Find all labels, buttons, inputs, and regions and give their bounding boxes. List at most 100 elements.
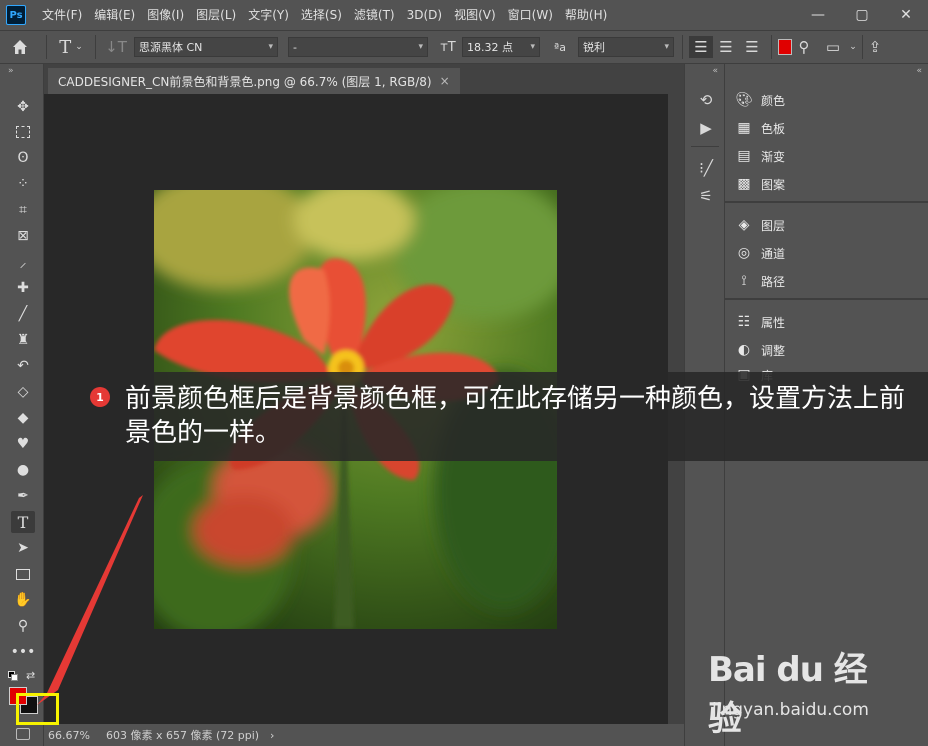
pattern-icon: ▩	[737, 176, 751, 192]
healing-icon[interactable]: ✚	[11, 277, 35, 299]
panel-swatches[interactable]: ▦ 色板	[735, 117, 785, 139]
vertical-text-icon[interactable]: ↓T	[102, 38, 130, 56]
home-icon[interactable]	[0, 39, 40, 55]
panel-color-label: 颜色	[761, 93, 786, 108]
document-info: 603 像素 x 657 像素 (72 ppi)	[106, 729, 260, 742]
pen-icon[interactable]: ✒	[11, 485, 35, 507]
panel-channels[interactable]: ◎ 通道	[735, 242, 785, 264]
rectangle-icon[interactable]	[11, 563, 35, 585]
close-button[interactable]: ✕	[884, 0, 928, 30]
swap-colors-icon[interactable]: ⇄	[26, 669, 35, 682]
document-tab[interactable]: CADDESIGNER_CN前景色和背景色.png @ 66.7% (图层 1,…	[48, 68, 460, 94]
font-family-dropdown[interactable]: 思源黑体 CN ▾	[134, 37, 278, 57]
paint-bucket-icon[interactable]: ◆	[11, 407, 35, 429]
move-icon[interactable]: ✥	[11, 96, 35, 118]
maximize-button[interactable]: ▢	[840, 0, 884, 30]
quick-select-icon[interactable]: ⁘	[11, 173, 35, 195]
share-icon[interactable]: ⇪	[865, 38, 885, 56]
panel-swatches-label: 色板	[761, 121, 786, 136]
menu-edit[interactable]: 编辑(E)	[88, 0, 141, 30]
chevron-down-icon: ▾	[664, 42, 669, 52]
callout-text: 前景颜色框后是背景颜色框，可在此存储另一种颜色，设置方法上前景色的一样。	[125, 384, 906, 448]
panel-color[interactable]: 🎨︎ 颜色	[735, 89, 785, 111]
type-icon[interactable]: T	[11, 511, 35, 533]
collapse-icon[interactable]: »	[8, 66, 14, 76]
paths-icon: ⟟	[741, 273, 747, 289]
minimize-button[interactable]: —	[796, 0, 840, 30]
menu-layer[interactable]: 图层(L)	[190, 0, 242, 30]
eraser-icon[interactable]: ◇	[11, 381, 35, 403]
antialias-icon: ªa	[554, 40, 566, 54]
align-left-icon[interactable]: ☰	[689, 36, 713, 58]
chevron-down-icon[interactable]: ⌄	[846, 42, 860, 52]
history-icon[interactable]: ⟲	[695, 90, 717, 110]
font-size-dropdown[interactable]: 18.32 点 ▾	[462, 37, 540, 57]
font-size-value: 18.32 点	[467, 41, 513, 54]
crop-icon[interactable]: ⌗	[11, 199, 35, 221]
zoom-level[interactable]: 66.67%	[48, 729, 104, 742]
chevron-down-icon: ▾	[418, 42, 423, 52]
antialias-value: 锐利	[583, 41, 605, 54]
eyedropper-icon[interactable]: ⸝	[11, 251, 35, 273]
search-icon[interactable]: ⚲	[792, 38, 816, 56]
panel-gradients[interactable]: ▤ 渐变	[735, 145, 785, 167]
watermark-brand: Bai du 经验	[708, 650, 868, 739]
photoshop-logo: Ps	[6, 5, 26, 25]
stamp-icon[interactable]: ♜	[11, 329, 35, 351]
adjustments-icon: ◐	[737, 342, 751, 358]
history-brush-icon[interactable]: ↶	[11, 355, 35, 377]
menu-type[interactable]: 文字(Y)	[242, 0, 295, 30]
palette-icon: 🎨︎	[735, 92, 753, 108]
font-family-value: 思源黑体 CN	[139, 41, 203, 54]
panel-patterns-label: 图案	[761, 177, 786, 192]
menu-3d[interactable]: 3D(D)	[401, 0, 448, 30]
menu-help[interactable]: 帮助(H)	[559, 0, 613, 30]
brushes-icon[interactable]: ⚟	[695, 186, 717, 206]
text-tool-icon[interactable]: T ⌄	[53, 37, 89, 58]
menu-select[interactable]: 选择(S)	[295, 0, 348, 30]
chevron-down-icon: ▾	[530, 42, 535, 52]
lasso-icon[interactable]: ʘ	[11, 147, 35, 169]
panel-layers[interactable]: ◈ 图层	[735, 214, 785, 236]
quick-mask-icon[interactable]	[16, 728, 30, 740]
blur-icon[interactable]: ♥	[11, 433, 35, 455]
default-colors-icon[interactable]	[8, 671, 18, 681]
text-color-swatch[interactable]	[778, 39, 792, 55]
channels-icon: ◎	[737, 245, 751, 261]
status-menu-arrow[interactable]: ›	[270, 729, 274, 742]
step-badge: 1	[90, 387, 110, 407]
panel-gradients-label: 渐变	[761, 149, 786, 164]
options-bar: T ⌄ ↓T 思源黑体 CN ▾ - ▾ ᴛT 18.32 点 ▾ ªa 锐利 ▾ ☰ ☰…	[0, 30, 928, 64]
panel-icon[interactable]: ▭	[820, 38, 846, 56]
baidu-watermark: Bai du 经验 jingyan.baidu.com	[708, 640, 888, 739]
menu-file[interactable]: 文件(F)	[36, 0, 88, 30]
menu-image[interactable]: 图像(I)	[141, 0, 190, 30]
brush-icon[interactable]: ╱	[11, 303, 35, 325]
hand-icon[interactable]: ✋	[11, 589, 35, 611]
frame-icon[interactable]: ⊠	[11, 225, 35, 247]
watermark-url: jingyan.baidu.com	[712, 700, 869, 720]
menu-filter[interactable]: 滤镜(T)	[348, 0, 401, 30]
collapse-icon[interactable]: «	[712, 66, 718, 76]
panel-properties-label: 属性	[761, 315, 786, 330]
close-tab-icon[interactable]: ×	[440, 74, 450, 88]
path-select-icon[interactable]: ➤	[11, 537, 35, 559]
antialias-dropdown[interactable]: 锐利 ▾	[578, 37, 674, 57]
actions-play-icon[interactable]: ▶	[695, 118, 717, 138]
panel-paths[interactable]: ⟟ 路径	[735, 270, 785, 292]
collapse-icon[interactable]: «	[916, 66, 922, 76]
menu-view[interactable]: 视图(V)	[448, 0, 502, 30]
brush-settings-icon[interactable]: ⁝╱	[695, 158, 717, 178]
align-center-icon[interactable]: ☰	[713, 38, 739, 56]
panel-adjustments[interactable]: ◐ 调整	[735, 339, 785, 361]
panel-properties[interactable]: ☷ 属性	[735, 311, 785, 333]
font-style-dropdown[interactable]: - ▾	[288, 37, 428, 57]
menu-window[interactable]: 窗口(W)	[502, 0, 559, 30]
align-right-icon[interactable]: ☰	[739, 38, 765, 56]
dodge-icon[interactable]: ●	[11, 459, 35, 481]
more-icon[interactable]: •••	[11, 641, 36, 663]
font-size-icon: ᴛT	[440, 39, 456, 55]
panel-patterns[interactable]: ▩ 图案	[735, 173, 785, 195]
zoom-icon[interactable]: ⚲	[11, 615, 35, 637]
marquee-icon[interactable]	[11, 121, 35, 143]
